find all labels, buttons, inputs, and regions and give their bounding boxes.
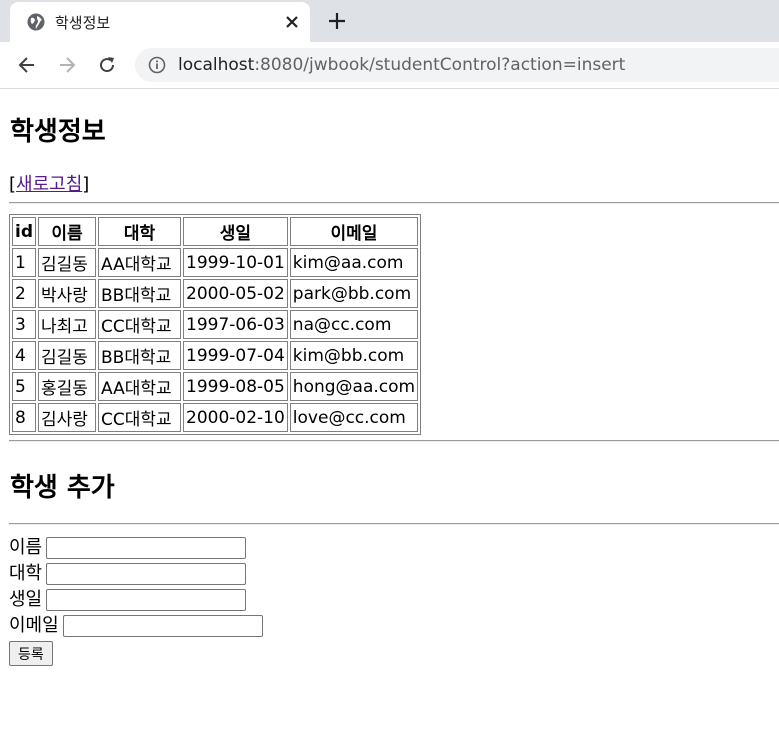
- cell-name: 김사랑: [38, 403, 96, 432]
- url-host: localhost: [178, 55, 255, 75]
- table-header-row: id 이름 대학 생일 이메일: [12, 217, 419, 246]
- cell-univ: AA대학교: [98, 248, 181, 277]
- cell-univ: CC대학교: [98, 310, 181, 339]
- student-table-wrap: id 이름 대학 생일 이메일 1 김길동 AA대학교 1999-10-01 k…: [9, 214, 422, 435]
- name-label: 이름: [9, 537, 43, 558]
- submit-button[interactable]: 등록: [9, 641, 53, 666]
- name-input[interactable]: [46, 537, 247, 559]
- cell-univ: CC대학교: [98, 403, 181, 432]
- cell-email: kim@bb.com: [289, 341, 419, 370]
- cell-email: park@bb.com: [289, 279, 419, 308]
- form-row-name: 이름: [9, 535, 263, 561]
- bracket-close: ]: [82, 174, 90, 195]
- cell-name: 홍길동: [38, 372, 96, 401]
- email-label: 이메일: [9, 615, 59, 636]
- table-row: 2 박사랑 BB대학교 2000-05-02 park@bb.com: [12, 279, 419, 308]
- cell-univ: AA대학교: [98, 372, 181, 401]
- url-text: localhost:8080/jwbook/studentControl?act…: [178, 55, 625, 75]
- divider: [9, 202, 779, 204]
- browser-toolbar: localhost:8080/jwbook/studentControl?act…: [0, 42, 779, 89]
- page-content: 학생정보 [새로고침] id 이름 대학 생일 이메일 1 김길동 AA대학교 …: [9, 89, 779, 747]
- form-row-email: 이메일: [9, 613, 263, 639]
- forward-icon[interactable]: [54, 52, 80, 78]
- tab-strip: 학생정보: [0, 0, 779, 42]
- cell-id: 8: [12, 403, 36, 432]
- header-birth: 생일: [183, 217, 288, 246]
- add-section-title: 학생 추가: [10, 473, 115, 503]
- back-icon[interactable]: [14, 52, 40, 78]
- cell-birth: 1999-07-04: [183, 341, 288, 370]
- cell-id: 3: [12, 310, 36, 339]
- new-tab-icon[interactable]: [324, 8, 350, 34]
- page-title: 학생정보: [10, 117, 106, 147]
- table-row: 5 홍길동 AA대학교 1999-08-05 hong@aa.com: [12, 372, 419, 401]
- univ-label: 대학: [9, 563, 43, 584]
- form-row-birth: 생일: [9, 587, 263, 613]
- cell-email: love@cc.com: [289, 403, 419, 432]
- header-email: 이메일: [289, 217, 419, 246]
- cell-birth: 1999-10-01: [183, 248, 288, 277]
- cell-name: 박사랑: [38, 279, 96, 308]
- univ-input[interactable]: [46, 563, 247, 585]
- cell-name: 김길동: [38, 248, 96, 277]
- cell-id: 5: [12, 372, 36, 401]
- cell-birth: 1997-06-03: [183, 310, 288, 339]
- cell-id: 2: [12, 279, 36, 308]
- add-student-form: 이름 대학 생일 이메일 등록: [9, 535, 263, 667]
- cell-email: kim@aa.com: [289, 248, 419, 277]
- student-table: id 이름 대학 생일 이메일 1 김길동 AA대학교 1999-10-01 k…: [9, 214, 422, 435]
- divider: [9, 523, 779, 525]
- refresh-link[interactable]: 새로고침: [16, 174, 82, 195]
- cell-email: hong@aa.com: [289, 372, 419, 401]
- info-icon[interactable]: [148, 56, 166, 74]
- header-name: 이름: [38, 217, 96, 246]
- browser-tab[interactable]: 학생정보: [10, 2, 310, 42]
- cell-birth: 2000-02-10: [183, 403, 288, 432]
- bracket-open: [: [9, 174, 17, 195]
- birth-label: 생일: [9, 589, 43, 610]
- header-univ: 대학: [98, 217, 181, 246]
- table-row: 3 나최고 CC대학교 1997-06-03 na@cc.com: [12, 310, 419, 339]
- cell-birth: 1999-08-05: [183, 372, 288, 401]
- email-input[interactable]: [62, 615, 263, 637]
- url-path: :8080/jwbook/studentControl?action=inser…: [254, 55, 626, 75]
- cell-id: 1: [12, 248, 36, 277]
- cell-email: na@cc.com: [289, 310, 419, 339]
- cell-name: 나최고: [38, 310, 96, 339]
- cell-birth: 2000-05-02: [183, 279, 288, 308]
- refresh-line: [새로고침]: [9, 170, 89, 196]
- globe-icon: [26, 12, 46, 32]
- header-id: id: [12, 217, 36, 246]
- tab-title: 학생정보: [55, 14, 111, 32]
- form-row-univ: 대학: [9, 561, 263, 587]
- table-row: 1 김길동 AA대학교 1999-10-01 kim@aa.com: [12, 248, 419, 277]
- birth-input[interactable]: [46, 589, 247, 611]
- table-row: 8 김사랑 CC대학교 2000-02-10 love@cc.com: [12, 403, 419, 432]
- close-tab-icon[interactable]: [280, 10, 304, 34]
- cell-id: 4: [12, 341, 36, 370]
- divider: [9, 440, 779, 442]
- table-row: 4 김길동 BB대학교 1999-07-04 kim@bb.com: [12, 341, 419, 370]
- cell-univ: BB대학교: [98, 341, 181, 370]
- cell-name: 김길동: [38, 341, 96, 370]
- cell-univ: BB대학교: [98, 279, 181, 308]
- address-bar[interactable]: localhost:8080/jwbook/studentControl?act…: [135, 48, 779, 82]
- reload-icon[interactable]: [94, 52, 120, 78]
